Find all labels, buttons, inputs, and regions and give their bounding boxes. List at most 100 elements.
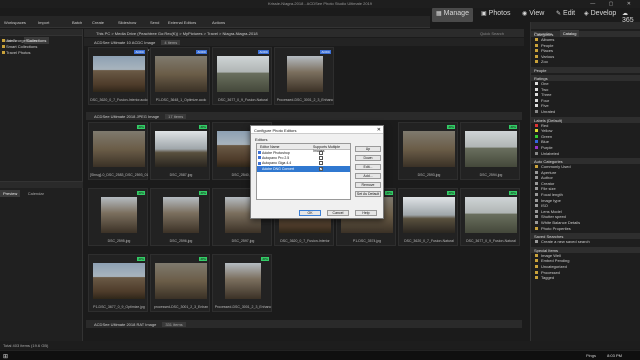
mode-manage[interactable]: ▦ Manage — [432, 8, 473, 22]
quick-search-input[interactable]: Quick Search — [480, 31, 504, 36]
multi-checkbox[interactable]: ✓ — [319, 166, 323, 171]
swatch-icon — [535, 134, 538, 138]
multi-checkbox[interactable] — [319, 150, 323, 155]
thumbnail[interactable]: JPG DSC_2593.jpg — [398, 122, 458, 180]
swatch-icon — [535, 181, 538, 185]
actions-button[interactable]: Actions — [212, 20, 225, 25]
window-controls[interactable]: — ▢ ✕ — [590, 1, 637, 7]
mode-switcher: ▦ Manage ▣ Photos ◉ View ✎ Edit ◈ Develop ☁36… — [432, 8, 640, 24]
catalog-item[interactable]: Unrated — [531, 109, 640, 115]
catalog-item-label: File size — [541, 186, 556, 192]
workspaces-button[interactable]: Workspaces — [4, 20, 26, 25]
mode-photos[interactable]: ▣ Photos — [477, 8, 514, 22]
taskbar-clock: 8:03 PM — [607, 353, 622, 358]
swatch-icon — [535, 98, 538, 102]
editor-row-selected[interactable]: Adobe DNG Convert ✓ — [257, 166, 350, 172]
edit-button[interactable]: Edit... — [355, 164, 381, 170]
brush-icon: ✎ — [556, 11, 562, 17]
create-button[interactable]: Create — [92, 20, 104, 25]
thumbnail[interactable]: JPG DSC_2594.jpg — [460, 122, 520, 180]
catalog-item[interactable]: Photo Properties — [531, 226, 640, 232]
batch-button[interactable]: Batch — [72, 20, 82, 25]
catalog-item[interactable]: Zoo — [531, 59, 640, 65]
photo — [155, 263, 207, 299]
swatch-icon — [535, 226, 538, 230]
thumbnail[interactable]: JPG [Shrug]-0_DSC_2583_DSC_2593_01 — [88, 122, 148, 180]
catalog-item-label: Two — [541, 86, 549, 92]
taskbar-label: Pings — [585, 353, 596, 358]
collections-tree: JanGeorgeFloom Smart Collections Travel … — [0, 36, 82, 58]
catalog-item-label: Yellow — [541, 128, 553, 134]
photo — [101, 197, 137, 233]
photo — [155, 56, 207, 92]
help-button[interactable]: Help — [355, 210, 377, 216]
thumbnail[interactable]: ACDC Processed-DSC_3001_2_3_Enhanc — [274, 47, 334, 105]
left-tabs: Folders Collections — [0, 29, 82, 44]
thumbnail[interactable]: JPG processed-DSC_3001_2_3_Enhan — [150, 254, 210, 312]
thumbnail[interactable]: JPG DSC_2595.jpg — [88, 188, 148, 246]
taskbar: ⊞ 8:03 PM Pings — [0, 350, 640, 360]
left-panel: Folders Collections JanGeorgeFloom Smart… — [0, 29, 83, 341]
down-button[interactable]: Down — [355, 155, 381, 161]
swatch-icon — [535, 193, 538, 197]
catalog-section-header[interactable]: People — [531, 66, 640, 73]
catalog-item-label: Tagged — [541, 275, 555, 281]
up-button[interactable]: Up — [355, 146, 381, 152]
tab-catalog[interactable]: Catalog — [559, 30, 580, 37]
mode-view[interactable]: ◉ View — [518, 8, 548, 22]
thumbnail[interactable]: JPG P1-DSC_3677_0_9_Optimize.jpg — [88, 254, 148, 312]
set-default-button[interactable]: Set As Default — [355, 191, 381, 197]
multi-checkbox[interactable] — [319, 161, 323, 166]
add-button[interactable]: Add... — [355, 173, 381, 179]
tab-calendar[interactable]: Calendar — [25, 190, 47, 197]
thumbnail[interactable]: JPG DSC_2596.jpg — [150, 188, 210, 246]
app-icon — [258, 161, 261, 165]
send-button[interactable]: Send — [150, 20, 159, 25]
catalog-item-label: White Balance Details — [541, 220, 581, 226]
mode-365[interactable]: ☁365 — [618, 8, 640, 24]
thumbnail[interactable]: ACDC P1-DSC_3648_1_Optimize.acdc — [150, 47, 210, 105]
group-header[interactable]: ACDSee Ultimate 10 ACDC Image 4 items — [86, 38, 226, 46]
tree-item[interactable]: Travel Photos — [0, 50, 82, 56]
swatch-icon — [535, 60, 538, 64]
windows-start-icon[interactable]: ⊞ — [3, 353, 8, 360]
catalog-item-label: Three — [541, 92, 552, 98]
catalog-item[interactable]: Unlabeled — [531, 151, 640, 157]
thumbnail[interactable]: JPG DSC_2587.jpg — [150, 122, 210, 180]
swatch-icon — [535, 43, 538, 47]
thumbnail[interactable]: JPG DSC_3677_0_9_Fusion-Natural — [460, 188, 520, 246]
swatch-icon — [535, 129, 538, 133]
catalog-item[interactable]: Create a new saved search — [531, 239, 640, 245]
swatch-icon — [535, 276, 538, 280]
catalog-item-label: Image Well — [541, 252, 561, 258]
catalog-item-label: Creator — [541, 180, 555, 186]
slideshow-button[interactable]: Slideshow — [118, 20, 136, 25]
catalog-item-label: Zoo — [541, 59, 548, 65]
swatch-icon — [535, 215, 538, 219]
thumbnail[interactable]: JPG DSC_3620_0_7_Fusion-Natural — [398, 188, 458, 246]
group-header[interactable]: ACDSee Ultimate 2018 RAT Image 331 items — [86, 320, 522, 328]
develop-icon: ◈ — [584, 11, 589, 17]
ok-button[interactable]: OK — [299, 210, 321, 216]
photo — [93, 263, 145, 299]
cancel-button[interactable]: Cancel — [327, 210, 349, 216]
import-button[interactable]: Import — [38, 20, 49, 25]
group-header[interactable]: ACDSee Ultimate 2018 JPEG Image 17 items — [86, 112, 522, 120]
remove-button[interactable]: Remove — [355, 182, 381, 188]
thumbnail[interactable]: ACDC DSC_3620_0_7_Fusion-Interior.acdc — [88, 47, 148, 105]
breadcrumb[interactable]: This PC > Media Drive (Peachtree Go:Rec(… — [96, 31, 258, 36]
multi-checkbox[interactable] — [319, 155, 323, 160]
mode-develop[interactable]: ◈ Develop — [580, 8, 620, 22]
status-text: Total 403 items (19.6 GB) — [3, 343, 49, 348]
catalog-item-label: Red — [541, 122, 549, 128]
thumbnail[interactable]: ACDC DSC_3677_0_9_Fusion-Natural — [212, 47, 272, 105]
catalog-item[interactable]: Tagged — [531, 275, 640, 281]
mode-edit[interactable]: ✎ Edit — [552, 8, 579, 22]
close-icon[interactable]: ✕ — [377, 127, 381, 133]
eye-icon: ◉ — [522, 11, 528, 17]
external-editors-button[interactable]: External Editors — [168, 20, 196, 25]
swatch-icon — [535, 259, 538, 263]
catalog-item-label: Various — [541, 53, 555, 59]
tab-preview[interactable]: Preview — [0, 190, 21, 197]
thumbnail[interactable]: JPG Processed-DSC_3001_2_3_Enhanc — [212, 254, 272, 312]
